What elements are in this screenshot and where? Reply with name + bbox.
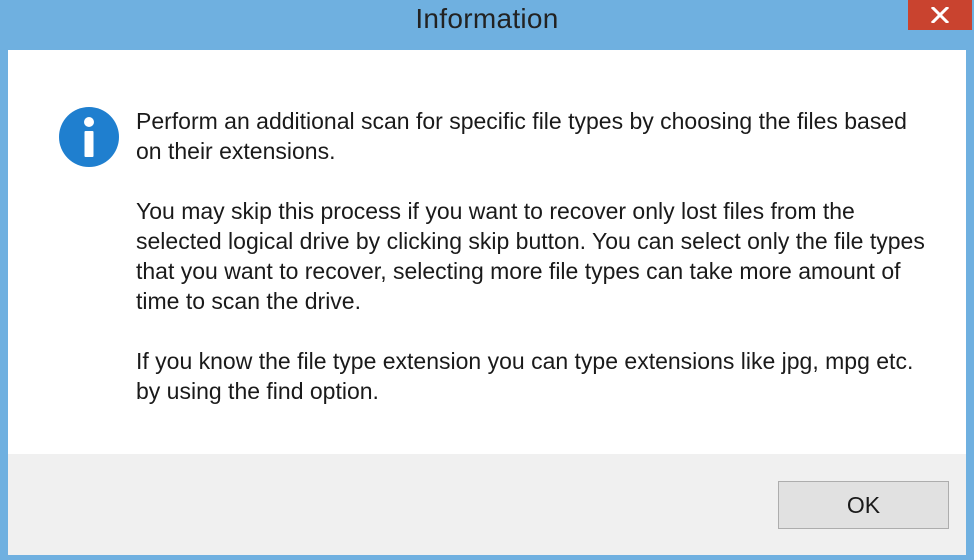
dialog-body: Perform an additional scan for specific …: [8, 50, 966, 454]
title-bar: Information: [0, 0, 974, 50]
dialog-title: Information: [415, 3, 559, 34]
dialog-footer: OK: [8, 454, 966, 555]
message-paragraph-1: Perform an additional scan for specific …: [136, 108, 907, 164]
info-icon: [59, 107, 119, 167]
message-paragraph-3: If you know the file type extension you …: [136, 348, 914, 404]
ok-button[interactable]: OK: [778, 481, 949, 529]
information-dialog: Information Perform an additional scan f…: [0, 0, 974, 560]
close-icon: [931, 7, 949, 23]
close-button[interactable]: [908, 0, 972, 30]
message-paragraph-2: You may skip this process if you want to…: [136, 198, 925, 314]
message-text: Perform an additional scan for specific …: [136, 106, 926, 436]
